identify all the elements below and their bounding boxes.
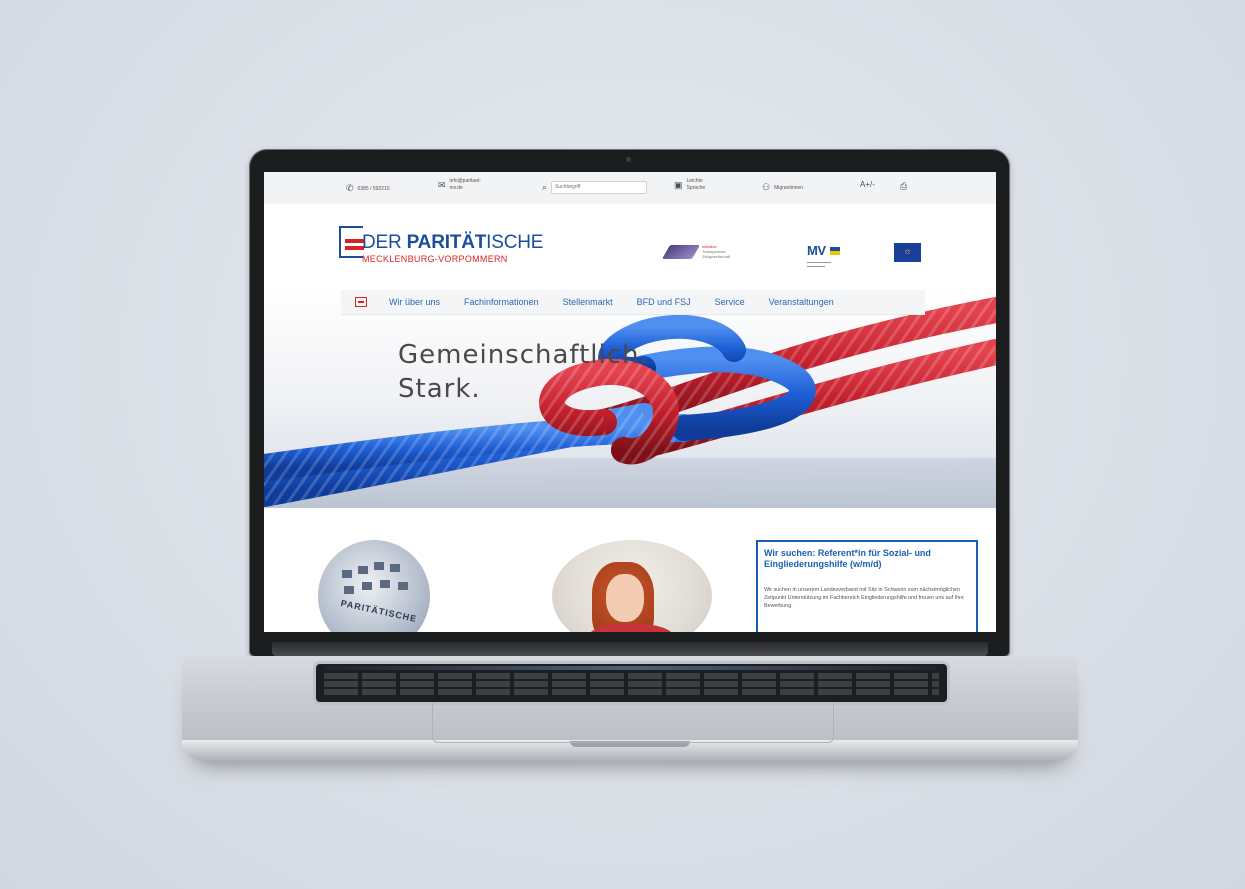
easy-language-link[interactable]: ▣ Leichte Sprache (674, 178, 709, 192)
hero-banner: Gemeinschaftlich. Stark. (264, 290, 996, 508)
home-icon[interactable] (355, 297, 367, 307)
print-icon: ⎙ (900, 181, 908, 191)
initiative-diamond-icon (661, 244, 701, 259)
nav-item-veranstaltungen[interactable]: Veranstaltungen (769, 297, 834, 307)
mv-logo[interactable]: MV ▬▬▬▬▬▬▬▬ ▬▬▬▬▬▬ (807, 242, 840, 268)
nav-item-bfd-fsj[interactable]: BFD und FSJ (637, 297, 691, 307)
phone-number: 0385 / 592210 (357, 185, 390, 192)
nav-item-service[interactable]: Service (715, 297, 745, 307)
nav-item-fachinformationen[interactable]: Fachinformationen (464, 297, 539, 307)
search-icon[interactable]: ⌕ (542, 182, 547, 193)
easy-language-label: Leichte Sprache (686, 178, 706, 191)
woman-phone-image[interactable] (552, 540, 712, 632)
header: DER PARITÄTISCHE MECKLENBURG-VORPOMMERN … (264, 204, 996, 290)
mail-icon: ✉ (438, 179, 446, 190)
initiative-logo[interactable]: Initiative Transparente Zivilgesellschaf… (661, 244, 731, 259)
hero-title: Gemeinschaftlich. Stark. (398, 340, 649, 404)
search-area: ⌕ (542, 181, 648, 194)
migrants-link[interactable]: ⚇ Migrantinnen (762, 182, 803, 193)
logo-region: MECKLENBURG-VORPOMMERN (362, 254, 508, 264)
building-image[interactable]: PARITÄTISCHE (318, 540, 430, 632)
logo-wordmark: DER PARITÄTISCHE (362, 232, 544, 253)
email-link[interactable]: ✉ info@paritaet-mv.de (438, 178, 486, 192)
eu-logo[interactable]: ✩ (894, 243, 921, 262)
people-icon: ⚇ (762, 182, 771, 192)
font-size-icon: A+/- (860, 180, 875, 189)
print-button[interactable]: ⎙ (900, 181, 907, 192)
laptop-lid: ✆ 0385 / 592210 ✉ info@paritaet-mv.de ⌕ … (249, 149, 1010, 657)
search-input[interactable] (551, 181, 648, 194)
key-row (324, 673, 939, 679)
key-row (324, 681, 939, 687)
key-row (324, 689, 939, 695)
email-address: info@paritaet-mv.de (449, 178, 482, 191)
touch-bar (326, 666, 937, 670)
job-text: Wir suchen in unserem Landesverband mit … (764, 587, 964, 609)
content-area: PARITÄTISCHE Wir suchen: Referent*in für… (264, 508, 996, 632)
migrants-label: Migrantinnen (774, 184, 803, 191)
nav-item-about[interactable]: Wir über uns (389, 297, 440, 307)
nav-item-stellenmarkt[interactable]: Stellenmarkt (563, 297, 613, 307)
font-size-toggle[interactable]: A+/- (860, 180, 875, 189)
mv-label: MV (807, 243, 826, 258)
phone-icon: ✆ (346, 183, 354, 193)
trackpad (432, 702, 834, 743)
eu-flag-icon: ✩ (894, 243, 921, 262)
main-nav: Wir über uns Fachinformationen Stellenma… (341, 290, 925, 315)
mv-flag-icon (829, 246, 840, 255)
keyboard (316, 664, 947, 702)
mv-caption: ▬▬▬▬▬▬▬▬ ▬▬▬▬▬▬ (807, 260, 831, 268)
easy-language-icon: ▣ (674, 179, 683, 190)
building-sign: PARITÄTISCHE (339, 598, 419, 624)
laptop-hinge (272, 642, 988, 656)
job-teaser[interactable]: Wir suchen: Referent*in für Sozial- und … (756, 540, 978, 632)
phone-link[interactable]: ✆ 0385 / 592210 (346, 183, 390, 194)
initiative-text: Initiative Transparente Zivilgesellschaf… (702, 244, 731, 259)
camera-icon (626, 157, 631, 162)
job-title[interactable]: Wir suchen: Referent*in für Sozial- und … (764, 548, 974, 570)
laptop-screen: ✆ 0385 / 592210 ✉ info@paritaet-mv.de ⌕ … (264, 172, 996, 632)
utility-bar: ✆ 0385 / 592210 ✉ info@paritaet-mv.de ⌕ … (264, 172, 996, 205)
